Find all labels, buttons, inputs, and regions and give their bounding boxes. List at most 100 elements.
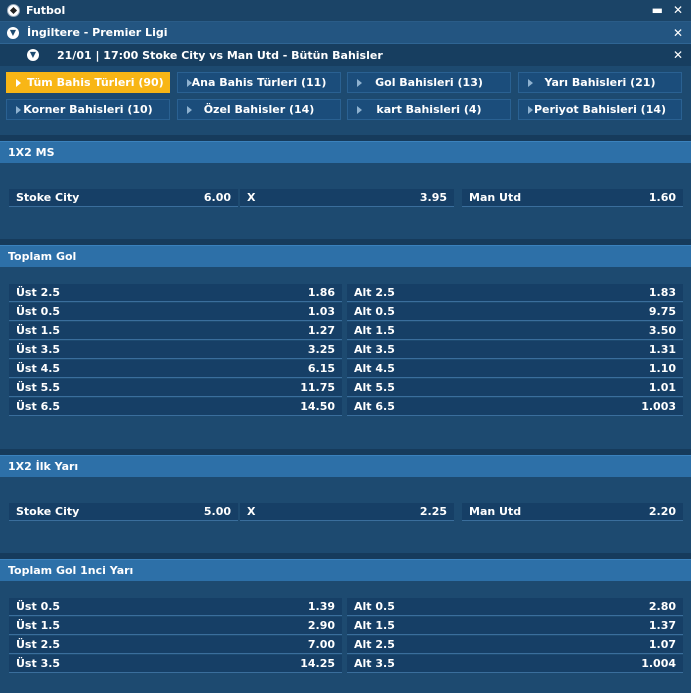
caret-right-icon: [357, 106, 362, 114]
odds-value: 1.07: [648, 638, 676, 651]
odds-value: 3.50: [648, 324, 676, 337]
odds-button[interactable]: Alt 0.5 9.75: [347, 303, 683, 321]
selection-name: Alt 0.5: [354, 305, 395, 318]
odds-value: 1.60: [648, 191, 676, 204]
selection-name: Alt 0.5: [354, 600, 395, 613]
selection-name: Üst 1.5: [16, 619, 61, 632]
tab-bet-type[interactable]: kart Bahisleri (4): [347, 99, 511, 120]
odds-value: 3.95: [419, 191, 447, 204]
selection-name: Alt 5.5: [354, 381, 395, 394]
tab-label: Ana Bahis Türleri (11): [191, 76, 327, 89]
selection-name: Alt 3.5: [354, 343, 395, 356]
selection-name: Üst 2.5: [16, 638, 61, 651]
odds-button[interactable]: Üst 2.5 7.00: [9, 636, 342, 654]
odds-value: 2.20: [648, 505, 676, 518]
match-title: 21/01 | 17:00 Stoke City vs Man Utd - Bü…: [57, 48, 383, 62]
tab-label: Periyot Bahisleri (14): [533, 103, 667, 116]
selection-name: Alt 2.5: [354, 286, 395, 299]
odds-button[interactable]: Alt 3.5 1.004: [347, 655, 683, 673]
odds-button[interactable]: Üst 3.5 14.25: [9, 655, 342, 673]
odds-button[interactable]: Üst 6.5 14.50: [9, 398, 342, 416]
close-icon[interactable]: ✕: [673, 48, 683, 62]
minimize-icon[interactable]: ▬: [652, 3, 663, 17]
odds-button[interactable]: Man Utd 1.60: [462, 189, 683, 207]
caret-right-icon: [357, 79, 362, 87]
tab-label: Korner Bahisleri (10): [23, 103, 153, 116]
chevron-down-icon[interactable]: ▼: [7, 26, 19, 39]
selection-name: Alt 6.5: [354, 400, 395, 413]
odds-button[interactable]: Üst 2.5 1.86: [9, 284, 342, 302]
odds-button[interactable]: Üst 0.5 1.03: [9, 303, 342, 321]
odds-value: 1.004: [641, 657, 676, 670]
league-bar[interactable]: ▼ İngiltere - Premier Ligi ✕: [0, 22, 691, 44]
odds-value: 1.01: [648, 381, 676, 394]
odds-button[interactable]: Üst 1.5 2.90: [9, 617, 342, 635]
close-icon[interactable]: ✕: [673, 26, 683, 40]
tab-bet-type[interactable]: Gol Bahisleri (13): [347, 72, 511, 93]
market-title[interactable]: 1X2 İlk Yarı: [0, 455, 691, 477]
odds-value: 6.00: [203, 191, 231, 204]
odds-button[interactable]: Alt 2.5 1.07: [347, 636, 683, 654]
tab-bet-type[interactable]: Periyot Bahisleri (14): [518, 99, 682, 120]
tab-label: Yarı Bahisleri (21): [544, 76, 656, 89]
league-title: İngiltere - Premier Ligi: [27, 26, 168, 39]
tab-bet-type[interactable]: Tüm Bahis Türleri (90): [6, 72, 170, 93]
caret-right-icon: [16, 106, 21, 114]
odds-value: 1.39: [307, 600, 335, 613]
odds-button[interactable]: Alt 5.5 1.01: [347, 379, 683, 397]
match-bar[interactable]: ▼ 21/01 | 17:00 Stoke City vs Man Utd - …: [0, 44, 691, 66]
odds-button[interactable]: X 3.95: [240, 189, 454, 207]
odds-value: 2.90: [307, 619, 335, 632]
odds-button[interactable]: Üst 3.5 3.25: [9, 341, 342, 359]
odds-button[interactable]: Stoke City 6.00: [9, 189, 238, 207]
caret-right-icon: [528, 106, 533, 114]
odds-value: 1.37: [648, 619, 676, 632]
odds-button[interactable]: Alt 4.5 1.10: [347, 360, 683, 378]
selection-name: Man Utd: [469, 191, 522, 204]
market-title[interactable]: Toplam Gol: [0, 245, 691, 267]
odds-value: 2.80: [648, 600, 676, 613]
selection-name: Stoke City: [16, 505, 80, 518]
selection-name: Üst 0.5: [16, 305, 61, 318]
odds-button[interactable]: Stoke City 5.00: [9, 503, 238, 521]
odds-button[interactable]: Üst 1.5 1.27: [9, 322, 342, 340]
odds-value: 1.10: [648, 362, 676, 375]
odds-value: 14.50: [300, 400, 335, 413]
odds-button[interactable]: Üst 0.5 1.39: [9, 598, 342, 616]
odds-button[interactable]: Alt 3.5 1.31: [347, 341, 683, 359]
selection-name: Stoke City: [16, 191, 80, 204]
odds-button[interactable]: Üst 4.5 6.15: [9, 360, 342, 378]
tab-bet-type[interactable]: Özel Bahisler (14): [177, 99, 341, 120]
odds-value: 1.03: [307, 305, 335, 318]
caret-right-icon: [187, 106, 192, 114]
selection-name: Üst 1.5: [16, 324, 61, 337]
odds-value: 7.00: [307, 638, 335, 651]
chevron-down-icon[interactable]: ▼: [27, 49, 39, 61]
odds-value: 1.31: [648, 343, 676, 356]
odds-button[interactable]: Alt 0.5 2.80: [347, 598, 683, 616]
odds-value: 1.003: [641, 400, 676, 413]
caret-right-icon: [187, 79, 192, 87]
odds-button[interactable]: Üst 5.5 11.75: [9, 379, 342, 397]
market-title[interactable]: 1X2 MS: [0, 141, 691, 163]
selection-name: Üst 5.5: [16, 381, 61, 394]
odds-button[interactable]: Alt 6.5 1.003: [347, 398, 683, 416]
tab-bet-type[interactable]: Korner Bahisleri (10): [6, 99, 170, 120]
tab-label: Özel Bahisler (14): [203, 103, 315, 116]
selection-name: Alt 3.5: [354, 657, 395, 670]
selection-name: Man Utd: [469, 505, 522, 518]
caret-right-icon: [16, 79, 21, 87]
odds-button[interactable]: X 2.25: [240, 503, 454, 521]
odds-value: 1.86: [307, 286, 335, 299]
tab-bet-type[interactable]: Yarı Bahisleri (21): [518, 72, 682, 93]
odds-button[interactable]: Alt 1.5 3.50: [347, 322, 683, 340]
odds-button[interactable]: Alt 1.5 1.37: [347, 617, 683, 635]
odds-value: 3.25: [307, 343, 335, 356]
selection-name: Üst 2.5: [16, 286, 61, 299]
odds-button[interactable]: Man Utd 2.20: [462, 503, 683, 521]
selection-name: Alt 2.5: [354, 638, 395, 651]
tab-bet-type[interactable]: Ana Bahis Türleri (11): [177, 72, 341, 93]
close-icon[interactable]: ✕: [673, 3, 683, 17]
market-title[interactable]: Toplam Gol 1nci Yarı: [0, 559, 691, 581]
odds-button[interactable]: Alt 2.5 1.83: [347, 284, 683, 302]
